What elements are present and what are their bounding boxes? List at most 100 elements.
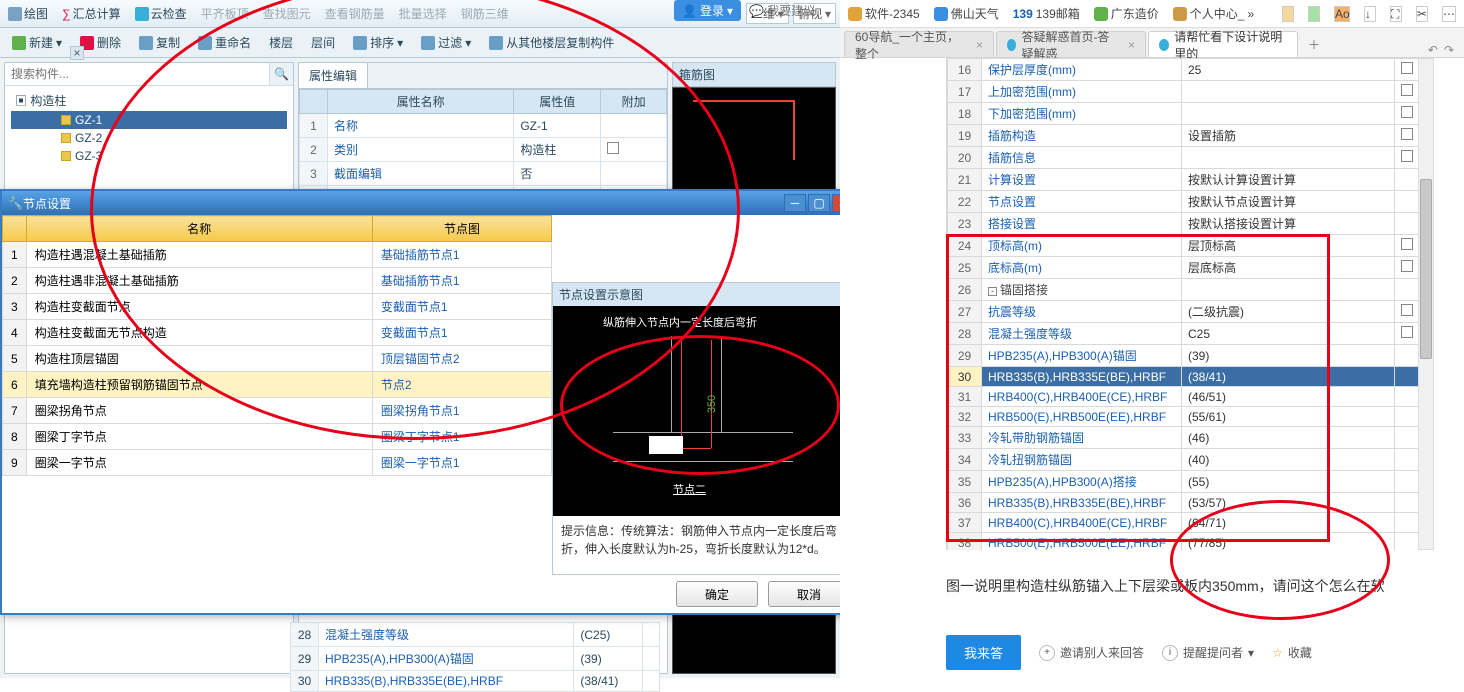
browser-tab[interactable]: 答疑解惑首页-答疑解惑× [996,31,1146,57]
column-icon [61,133,71,143]
minimize-icon[interactable]: ─ [784,194,806,212]
redo-icon[interactable]: ↷ [1444,43,1454,57]
tab-close-icon[interactable]: × [976,38,983,52]
checkbox[interactable] [1401,304,1413,316]
user-icon: 👤 [682,4,697,18]
sumcalc-button[interactable]: ∑汇总计算 [58,5,125,22]
checkbox[interactable] [1401,238,1413,250]
new-button[interactable]: 新建▾ [6,32,68,53]
rename-button[interactable]: 重命名 [192,32,257,53]
ext-icon[interactable]: Ao [1334,6,1350,22]
bookmark-item[interactable]: 广东造价 [1094,5,1159,22]
tree-leaf-gz2[interactable]: GZ-2 [11,129,287,147]
preview-title: 节点设置示意图 [553,283,860,306]
upfloor-button[interactable]: 层间 [305,32,341,53]
rebar3d-button[interactable]: 钢筋三维 [457,5,513,22]
copy-button[interactable]: 复制 [133,32,186,53]
copy-icon [139,36,153,50]
site-icon [1094,7,1108,21]
browser-window: 软件-2345 佛山天气 139139邮箱 广东造价 个人中心_» Ao ↓ ⛶… [840,0,1464,678]
new-tab-button[interactable]: ＋ [1300,32,1328,57]
findelem-button[interactable]: 查找图元 [259,5,315,22]
favicon [1159,39,1169,51]
ext-icon[interactable]: ⛶ [1390,6,1402,22]
tree-leaf-gz1[interactable]: GZ-1 [11,111,287,129]
user-icon [1173,7,1187,21]
flatroof-button[interactable]: 平齐板顶 [197,5,253,22]
answer-button[interactable]: 我来答 [946,635,1021,670]
bookmark-bar: 软件-2345 佛山天气 139139邮箱 广东造价 个人中心_» Ao ↓ ⛶… [840,0,1464,28]
search-icon[interactable]: 🔍 [269,63,293,85]
property-tab[interactable]: 属性编辑 [299,63,368,88]
vertical-scrollbar[interactable] [1418,58,1434,550]
answer-actions: 我来答 +邀请别人来回答 i提醒提问者▾ ☆收藏 [946,635,1424,670]
preview-canvas[interactable]: 纵筋伸入节点内一定长度后弯折 350 节点二 [553,306,860,516]
batchsel-button[interactable]: 批量选择 [395,5,451,22]
maximize-icon[interactable]: ▢ [808,194,830,212]
bookmark-item[interactable]: 软件-2345 [848,5,920,22]
invite-link[interactable]: +邀请别人来回答 [1039,644,1144,661]
browser-tab-active[interactable]: 请帮忙看下设计说明里的 [1148,31,1298,57]
browser-tab[interactable]: 60导航_一个主页，整个× [844,31,994,57]
info-icon: i [1162,645,1178,661]
right-property-grid[interactable]: 16保护层厚度(mm)2517上加密范围(mm)18下加密范围(mm)19插筋构… [947,58,1420,550]
ext-icon[interactable] [1282,6,1294,22]
checkbox[interactable] [607,142,619,154]
component-toolbar: 新建▾ 删除 复制 重命名 楼层 层间 排序▾ 过滤▾ 从其他楼层复制构件 [0,28,840,58]
component-tree[interactable]: ▣ 构造柱 GZ-1 GZ-2 GZ-3 [5,86,293,169]
favicon [1007,39,1016,51]
floor-button[interactable]: 楼层 [263,32,299,53]
ext-icon[interactable] [1308,6,1320,22]
cancel-button[interactable]: 取消 [768,581,850,607]
preview-hint: 提示信息：传统算法：钢筋伸入节点内一定长度后弯折，伸入长度默认为h-25，弯折长… [553,516,860,564]
filter-button[interactable]: 过滤▾ [415,32,477,53]
star-icon: ☆ [1272,646,1283,660]
checkbox[interactable] [1401,326,1413,338]
copyfrom-button[interactable]: 从其他楼层复制构件 [483,32,620,53]
login-bubble: 👤登录▾ 💬 我要建议 [674,0,815,21]
remind-link[interactable]: i提醒提问者▾ [1162,644,1254,661]
favorite-link[interactable]: ☆收藏 [1272,644,1312,661]
property-grid-cont[interactable]: 28混凝土强度等级(C25) 29HPB235(A),HPB300(A)锚固(3… [290,622,660,692]
node-grid[interactable]: 名称节点图 1构造柱遇混凝土基础插筋基础插筋节点1 2构造柱遇非混凝土基础插筋基… [2,215,552,476]
undo-icon[interactable]: ↶ [1428,43,1438,57]
ext-icon[interactable]: ✂ [1416,6,1428,22]
search-input[interactable] [5,63,269,85]
ext-icon[interactable]: ⋯ [1442,6,1456,22]
dialog-title: 节点设置 [23,195,782,212]
sort-icon [353,36,367,50]
badge-139: 139 [1013,7,1033,21]
checkbox[interactable] [1401,150,1413,162]
viewrebar-button[interactable]: 查看钢筋量 [321,5,389,22]
funnel-icon [421,36,435,50]
checkbox[interactable] [1401,260,1413,272]
app-icon [848,7,862,21]
checkbox[interactable] [1401,128,1413,140]
tree-root[interactable]: ▣ 构造柱 [11,90,287,111]
ok-button[interactable]: 确定 [676,581,758,607]
checkbox[interactable] [1401,106,1413,118]
preview-caption-top: 纵筋伸入节点内一定长度后弯折 [603,314,757,330]
column-icon [61,115,71,125]
bookmark-item[interactable]: 个人中心_» [1173,5,1254,22]
cloud-icon [135,7,149,21]
person-plus-icon: + [1039,645,1055,661]
suggest-link[interactable]: 💬 我要建议 [749,2,815,19]
right-property-grid-wrap: 16保护层厚度(mm)2517上加密范围(mm)18下加密范围(mm)19插筋构… [946,58,1420,550]
checkbox[interactable] [1401,84,1413,96]
scrollbar-thumb[interactable] [1420,179,1432,359]
dialog-titlebar[interactable]: 🔧 节点设置 ─ ▢ ✕ [2,191,860,215]
tab-close-icon[interactable]: × [1128,38,1135,52]
question-caption: 图一说明里构造柱纵筋锚入上下层梁或板内350mm，请问这个怎么在软 [946,576,1424,596]
cloudcheck-button[interactable]: 云检查 [131,5,191,22]
pencil-icon [8,7,22,21]
sort-button[interactable]: 排序▾ [347,32,409,53]
checkbox[interactable] [1401,62,1413,74]
login-button[interactable]: 👤登录▾ [674,0,741,21]
draw-button[interactable]: 绘图 [4,5,52,22]
ext-icon[interactable]: ↓ [1364,6,1376,22]
bookmark-item[interactable]: 139139邮箱 [1013,5,1080,22]
bookmark-item[interactable]: 佛山天气 [934,5,999,22]
tree-leaf-gz3[interactable]: GZ-3 [11,147,287,165]
rename-icon [198,36,212,50]
